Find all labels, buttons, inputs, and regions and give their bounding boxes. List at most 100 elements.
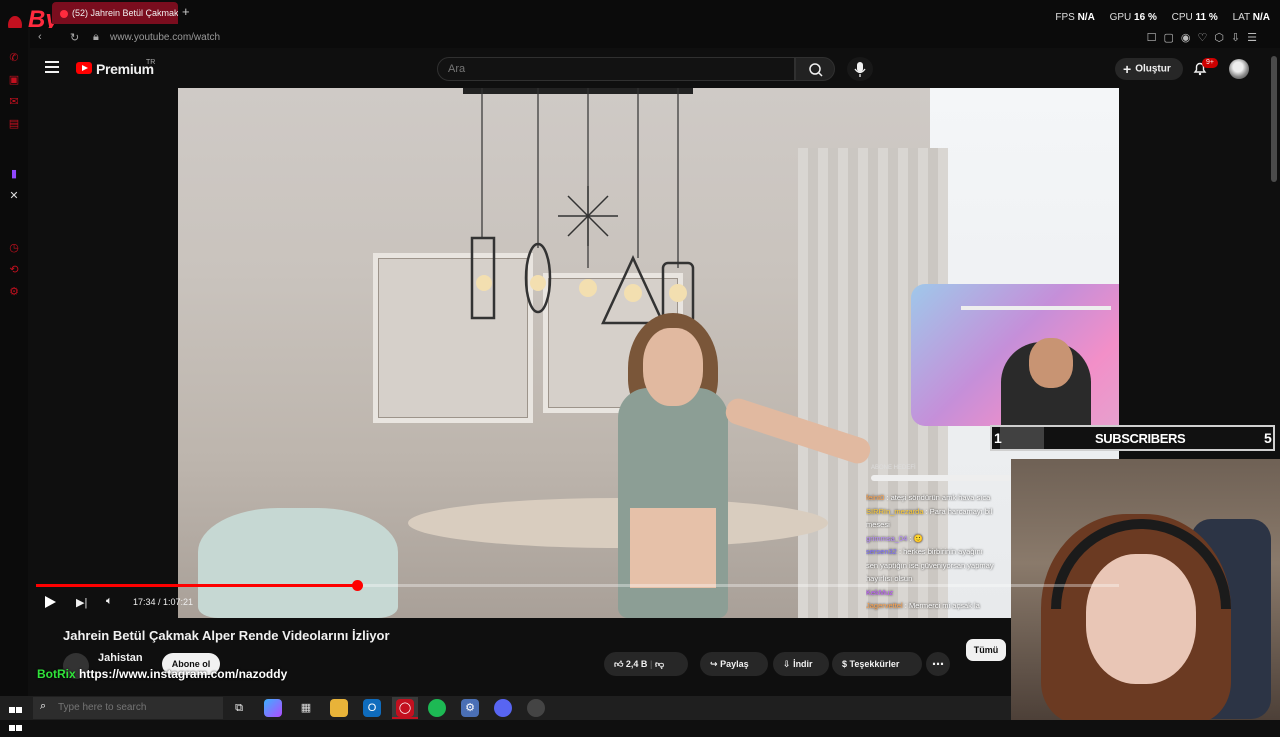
lock-icon: 🔒︎	[93, 31, 99, 43]
next-icon[interactable]: ▶︎|	[76, 596, 87, 609]
chat-username: grimmsa_04	[866, 533, 908, 543]
thanks-button[interactable]: $ Teşekkürler	[832, 652, 922, 676]
progress-scrubber[interactable]	[351, 580, 363, 591]
more-actions-icon[interactable]: ⋯	[926, 652, 950, 676]
subscriber-count: 1	[994, 430, 1002, 446]
lat-label: LAT	[1232, 12, 1250, 23]
create-button[interactable]: + Oluştur	[1115, 58, 1183, 80]
chat-username: SIRRIn_mezarda	[866, 506, 924, 516]
chat-message: feint0 : ateşi söndürün amk hava sıca	[866, 493, 991, 502]
search-icon	[809, 63, 823, 77]
gpu-label: GPU	[1109, 12, 1132, 23]
share-button[interactable]: ↪ Paylaş	[700, 652, 768, 676]
chat-text: herkes birbirinin ayağını	[903, 547, 983, 556]
search-input[interactable]	[437, 57, 795, 81]
search-button[interactable]	[795, 57, 835, 81]
video-person-midriff	[630, 508, 716, 588]
sidebar-x-icon[interactable]: ✕	[8, 190, 20, 202]
microphone-icon	[854, 62, 866, 77]
outlook-icon[interactable]: O	[363, 699, 381, 717]
guest-webcam	[1011, 459, 1280, 720]
hamburger-menu-icon[interactable]	[45, 61, 59, 73]
bot-name: BotRix	[37, 667, 76, 681]
taskbar-search-icon: ⌕	[40, 700, 47, 712]
sidebar-history-icon[interactable]: ⟲	[8, 264, 20, 276]
progress-fill	[36, 584, 357, 587]
cpu-value: 11 %	[1195, 12, 1218, 23]
sidebar-settings-icon[interactable]: ⚙	[8, 286, 20, 298]
page-scrollbar[interactable]	[1271, 56, 1277, 182]
app-icon[interactable]: ⚙	[461, 699, 479, 717]
chat-text: hayırlısı olsun	[866, 574, 913, 583]
url-text[interactable]: www.youtube.com/watch	[110, 32, 220, 43]
performance-overlay: FPS N/A GPU 16 % CPU 11 % LAT N/A	[1055, 12, 1270, 23]
fps-label: FPS	[1055, 12, 1075, 23]
like-count: 2,4 B	[625, 659, 648, 669]
voice-search-button[interactable]	[847, 57, 873, 81]
download-button[interactable]: ⇩ İndir	[773, 652, 829, 676]
sidebar-messenger-icon[interactable]: ✆	[8, 52, 20, 64]
chat-username: KekMuz	[866, 587, 894, 597]
browser-tab-active[interactable]: (52) Jahrein Betül Çakmak	[52, 2, 178, 24]
like-button[interactable]: 👍︎ 2,4 B | 👎︎	[604, 652, 688, 676]
chat-message: SIRRIn_mezarda : Para harcamayı bil	[866, 506, 993, 516]
thumbs-down-icon[interactable]: 👎︎	[655, 659, 664, 669]
chat-message: mesesi	[866, 518, 1014, 532]
channel-name[interactable]: Jahistan	[98, 652, 143, 664]
windows-start-icon[interactable]	[9, 701, 23, 731]
taskbar-search-input[interactable]	[33, 697, 223, 719]
chat-text: ateşi söndürün amk hava sıca	[890, 493, 991, 502]
reload-icon[interactable]: ↻	[70, 31, 79, 44]
chat-message: sersen32 : herkes birbirinin ayağını	[866, 547, 983, 556]
sidebar-twitch-icon[interactable]: ▮	[8, 168, 20, 180]
streamer-webcam	[911, 284, 1119, 426]
cpu-label: CPU	[1171, 12, 1193, 23]
sidebar-bag-icon[interactable]: ▣	[8, 74, 20, 86]
subscriber-goal-fill	[1000, 427, 1044, 449]
fps-value: N/A	[1077, 12, 1095, 23]
extension-icons[interactable]: ☐▢◉♡⬡⇩☰	[1147, 31, 1264, 44]
sidebar-mail-icon[interactable]: ✉	[8, 96, 20, 108]
bot-link: https://www.instagram.com/nazoddy	[79, 667, 288, 681]
chat-username: sersen32	[866, 547, 897, 556]
filter-all-chip[interactable]: Tümü	[966, 639, 1006, 661]
pendant-lamps-graphic	[470, 88, 695, 325]
chat-message: KekMuz	[866, 586, 1014, 600]
discord-icon[interactable]	[494, 699, 512, 717]
chat-message: Jagervettel : Mermerci mi açsak la	[866, 601, 980, 610]
file-explorer-icon[interactable]	[330, 699, 348, 717]
region-code: TR	[146, 59, 156, 66]
subscriber-label: SUBSCRIBERS	[1095, 431, 1186, 446]
youtube-favicon-icon	[60, 9, 68, 18]
stream-chat-overlay: feint0 : ateşi söndürün amk hava sıca SIR…	[866, 491, 1014, 613]
new-tab-button[interactable]: +	[182, 4, 196, 20]
volume-icon[interactable]: 🔈︎	[106, 595, 113, 608]
sidebar-note-icon[interactable]: ▤	[8, 118, 20, 130]
obs-icon[interactable]	[527, 699, 545, 717]
lat-value: N/A	[1252, 12, 1270, 23]
youtube-logo-icon[interactable]	[76, 62, 92, 74]
copilot-icon[interactable]	[264, 699, 282, 717]
chat-message: sen yaptığın ise güveniyorsan yapmay	[866, 559, 1014, 573]
spotify-icon[interactable]	[428, 699, 446, 717]
goal-progress-bar	[871, 475, 1011, 481]
play-icon[interactable]	[45, 596, 56, 608]
video-title: Jahrein Betül Çakmak Alper Rende Videola…	[63, 628, 390, 643]
notification-badge: 9+	[1202, 58, 1218, 68]
sidebar-clock-icon[interactable]: ◷	[8, 242, 20, 254]
subscriber-goal: 5	[1264, 430, 1272, 446]
thumbs-up-icon: 👍︎	[614, 659, 624, 669]
task-view-icon[interactable]: ⧉	[230, 699, 248, 717]
back-icon[interactable]: ‹	[38, 31, 42, 43]
download-icon: ⇩	[783, 659, 791, 669]
video-person-face	[643, 328, 703, 406]
tab-title: (52) Jahrein Betül Çakmak	[72, 8, 178, 18]
share-icon: ↪	[710, 659, 718, 669]
store-icon[interactable]: ▦	[297, 699, 315, 717]
chat-text: Para harcamayı bil	[929, 506, 993, 516]
chat-username: Jagervettel	[866, 601, 903, 610]
opera-gx-icon[interactable]: ◯	[396, 699, 414, 717]
time-display: 17:34 / 1:07:21	[133, 597, 194, 607]
account-avatar[interactable]	[1229, 59, 1249, 79]
thanks-icon: $	[842, 659, 848, 669]
